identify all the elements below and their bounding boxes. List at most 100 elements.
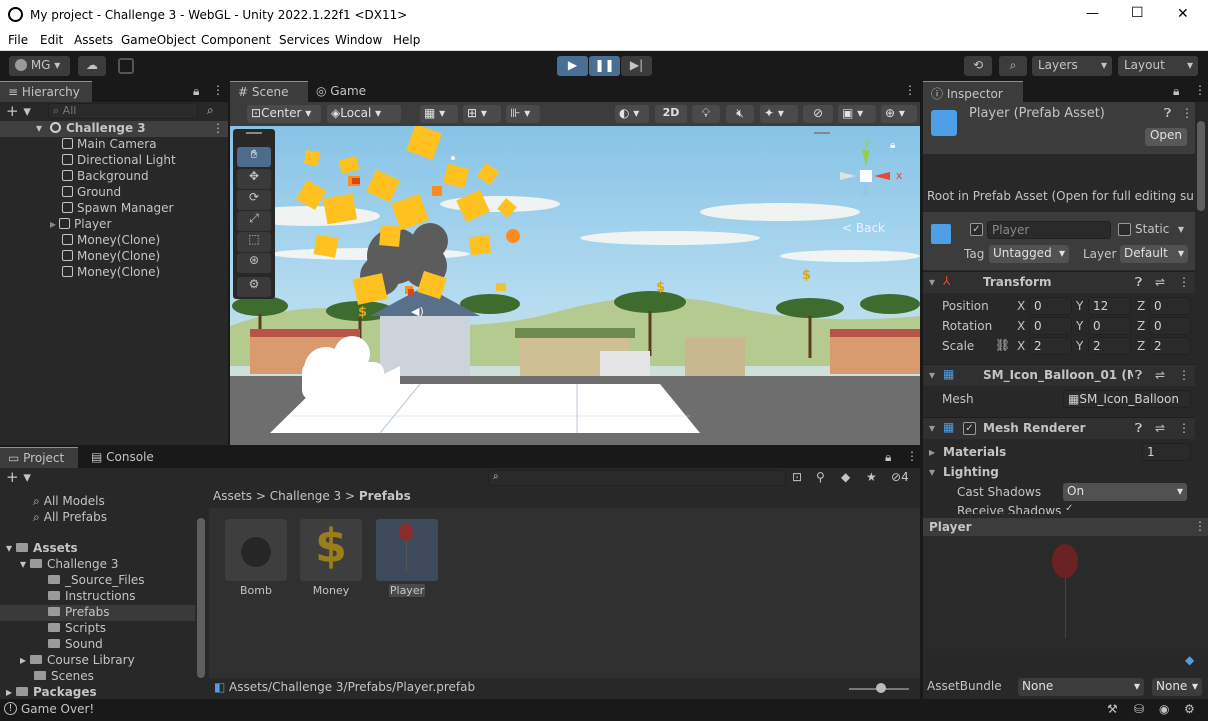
renderer-enabled-checkbox[interactable]: ✓ xyxy=(963,422,976,435)
account-dropdown[interactable]: MG ▾ xyxy=(9,56,70,76)
cast-shadows-dropdown[interactable]: On ▾ xyxy=(1063,483,1187,501)
lock-icon[interactable]: 🔒︎ xyxy=(1173,84,1179,99)
debug-icon[interactable]: ◉ xyxy=(1159,702,1169,716)
tab-inspector[interactable]: ⓘ Inspector xyxy=(923,81,1023,102)
chevron-down-icon[interactable]: ▾ xyxy=(1178,222,1184,236)
mesh-renderer-header[interactable]: ▾ ▦ ✓ Mesh Renderer ❓︎ ⇌ ⋮ xyxy=(923,417,1195,439)
help-icon[interactable]: ❓︎ xyxy=(1164,106,1171,121)
hidden-packages-icon[interactable]: ⊘4 xyxy=(891,470,909,484)
lock-icon[interactable]: 🔒︎ xyxy=(890,140,895,151)
tab-console[interactable]: ▤ Console xyxy=(83,447,163,468)
tag-dropdown[interactable]: Untagged ▾ xyxy=(989,245,1069,263)
position-y-field[interactable]: 12 xyxy=(1088,297,1131,315)
filter-type-icon[interactable]: ⚲ xyxy=(816,470,825,484)
rect-tool-button[interactable]: ⬚ xyxy=(237,232,271,252)
favorite-all-models[interactable]: ⌕ All Models xyxy=(33,494,105,510)
kebab-menu-icon[interactable]: ⋮ xyxy=(1178,368,1190,382)
kebab-menu-icon[interactable]: ⋮ xyxy=(212,121,224,135)
add-button[interactable]: + ▾ xyxy=(6,468,31,486)
search-options-icon[interactable]: ⌕ xyxy=(207,103,214,118)
tree-scenes[interactable]: Scenes xyxy=(34,669,94,685)
transform-header[interactable]: ▾ ⅄ Transform ❓︎ ⇌ ⋮ xyxy=(923,271,1195,293)
asset-thumbnail-money[interactable]: $ xyxy=(300,519,362,581)
materials-count-field[interactable]: 1 xyxy=(1142,443,1191,461)
expand-arrow-icon[interactable]: ▸ xyxy=(50,217,56,231)
ruler-dropdown[interactable]: ⊪ ▾ xyxy=(506,105,540,123)
static-checkbox[interactable] xyxy=(1118,223,1131,236)
orientation-gizmo[interactable]: y x 🔒︎ xyxy=(830,136,910,221)
layout-dropdown[interactable]: Layout ▾ xyxy=(1118,56,1198,76)
menu-gameobject[interactable]: GameObject xyxy=(121,33,196,47)
materials-label[interactable]: Materials xyxy=(943,445,1006,459)
tag-icon[interactable]: ◆ xyxy=(1185,653,1194,667)
hierarchy-item[interactable]: Money(Clone) xyxy=(62,233,160,249)
tree-instructions[interactable]: Instructions xyxy=(48,589,135,605)
orientation-drag-handle[interactable] xyxy=(814,132,830,134)
presets-icon[interactable]: ⇌ xyxy=(1155,368,1165,382)
scale-z-field[interactable]: 2 xyxy=(1149,337,1191,355)
presets-icon[interactable]: ⇌ xyxy=(1155,275,1165,289)
scale-tool-button[interactable]: ⤢ xyxy=(237,211,271,231)
add-button[interactable]: + ▾ xyxy=(6,102,31,120)
favorite-star-icon[interactable]: ★ xyxy=(866,470,877,484)
breadcrumb-item[interactable]: Assets xyxy=(213,489,252,503)
help-icon[interactable]: ❓︎ xyxy=(1135,368,1142,383)
rotation-x-field[interactable]: 0 xyxy=(1029,317,1072,335)
hierarchy-item[interactable]: Money(Clone) xyxy=(62,249,160,265)
project-search-input[interactable]: ⌕ xyxy=(488,470,786,486)
pause-button[interactable]: ❚❚ xyxy=(589,56,620,76)
custom-tool-button[interactable]: ⚙ xyxy=(237,277,271,297)
maximize-button[interactable]: ☐ xyxy=(1131,5,1144,21)
status-message[interactable]: Game Over! xyxy=(21,702,94,716)
breadcrumb-item[interactable]: Prefabs xyxy=(359,489,411,503)
hierarchy-item[interactable]: Spawn Manager xyxy=(62,201,173,217)
play-button[interactable]: ▶ xyxy=(557,56,588,76)
lighting-label[interactable]: Lighting xyxy=(943,465,999,479)
minimize-button[interactable]: — xyxy=(1086,6,1099,21)
kebab-menu-icon[interactable]: ⋮ xyxy=(904,83,916,97)
tree-sound[interactable]: Sound xyxy=(48,637,103,653)
gizmo-back-label[interactable]: < Back xyxy=(842,221,885,235)
assetbundle-variant-dropdown[interactable]: None ▾ xyxy=(1152,678,1202,696)
asset-label[interactable]: Bomb xyxy=(225,584,287,597)
search-by-type-icon[interactable]: ⊡ xyxy=(792,470,802,484)
receive-shadows-checkbox[interactable]: ✓ xyxy=(1065,503,1073,514)
tree-scripts[interactable]: Scripts xyxy=(48,621,106,637)
kebab-menu-icon[interactable]: ⋮ xyxy=(906,449,918,463)
kebab-menu-icon[interactable]: ⋮ xyxy=(1178,275,1190,289)
rotation-y-field[interactable]: 0 xyxy=(1088,317,1131,335)
menu-component[interactable]: Component xyxy=(201,33,271,47)
rotation-z-field[interactable]: 0 xyxy=(1149,317,1191,335)
menu-assets[interactable]: Assets xyxy=(74,33,113,47)
kebab-menu-icon[interactable]: ⋮ xyxy=(1194,519,1206,533)
gizmos-dropdown[interactable]: ⊕ ▾ xyxy=(881,105,917,123)
scene-viewport[interactable]: $ $ $ ◀) ✋︎ ✥ ⟳ ⤢ ⬚ ⊛ ⚙ y x 🔒︎ < Back xyxy=(230,126,920,445)
lock-icon[interactable]: 🔒︎ xyxy=(193,84,199,99)
drag-handle[interactable] xyxy=(246,132,262,134)
asset-label[interactable]: Money xyxy=(300,584,362,597)
kebab-menu-icon[interactable]: ⋮ xyxy=(1181,106,1193,120)
hierarchy-item[interactable]: Background xyxy=(62,169,149,185)
help-icon[interactable]: ❓︎ xyxy=(1135,421,1142,436)
tree-assets[interactable]: ▾ Assets xyxy=(6,541,78,557)
open-prefab-button[interactable]: Open xyxy=(1145,128,1187,146)
tab-game[interactable]: ◎ Game xyxy=(308,81,378,102)
progress-icon[interactable]: ⚒ xyxy=(1107,702,1118,716)
layers-dropdown[interactable]: Layers ▾ xyxy=(1032,56,1112,76)
effects-dropdown[interactable]: ✦ ▾ xyxy=(760,105,798,123)
zoom-slider-handle[interactable] xyxy=(876,683,886,693)
step-button[interactable]: ▶| xyxy=(621,56,652,76)
scale-y-field[interactable]: 2 xyxy=(1088,337,1131,355)
name-field[interactable]: Player xyxy=(987,221,1111,239)
layer-dropdown[interactable]: Default ▾ xyxy=(1120,245,1188,263)
hierarchy-search-input[interactable]: ⌕ All xyxy=(48,103,198,119)
pivot-dropdown[interactable]: ⊡Center ▾ xyxy=(247,105,321,123)
kebab-menu-icon[interactable]: ⋮ xyxy=(1194,83,1206,97)
hand-tool-button[interactable]: ✋︎ xyxy=(237,147,271,167)
search-button[interactable]: ⌕ xyxy=(999,56,1027,76)
constrain-proportions-icon[interactable]: ⛓︎ xyxy=(995,338,1010,352)
lighting-toggle[interactable]: 💡︎ xyxy=(692,105,720,123)
tree-source-files[interactable]: _Source_Files xyxy=(48,573,145,589)
label-icon[interactable]: ◆ xyxy=(841,470,850,484)
collab-icon[interactable] xyxy=(118,58,134,74)
